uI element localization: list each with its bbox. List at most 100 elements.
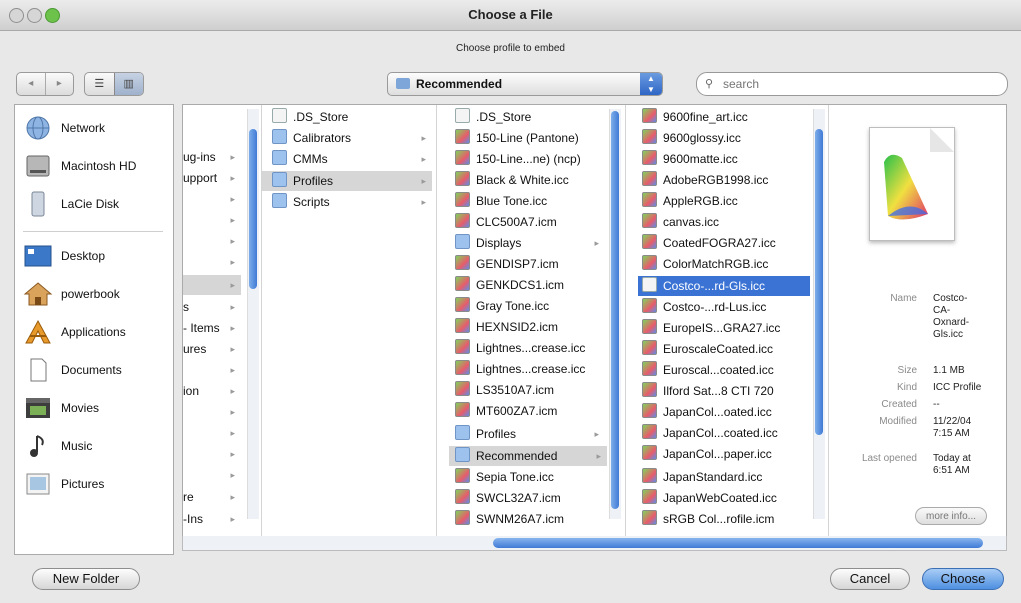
list-item-selected[interactable]: Profiles ▸: [262, 171, 432, 191]
list-item[interactable]: Ilford Sat...8 CTI 720: [642, 381, 810, 401]
list-item[interactable]: ures ▸: [183, 339, 241, 359]
list-item[interactable]: Scripts ▸: [272, 192, 432, 212]
column-scrollbar[interactable]: [609, 109, 621, 519]
list-item[interactable]: EuropeIS...GRA27.icc: [642, 318, 810, 338]
list-item-selected[interactable]: Costco-...rd-Gls.icc: [638, 276, 810, 296]
list-item[interactable]: MT600ZA7.icm: [455, 401, 605, 421]
horizontal-scrollbar[interactable]: [182, 536, 1007, 551]
location-popup[interactable]: Recommended ▲ ▼: [387, 72, 663, 96]
list-item[interactable]: Gray Tone.icc: [455, 296, 605, 316]
list-item[interactable]: [183, 105, 241, 125]
list-item[interactable]: ug-ins ▸: [183, 147, 241, 167]
list-item[interactable]: EuroscaleCoated.icc: [642, 339, 810, 359]
forward-button[interactable]: ▸: [46, 73, 74, 95]
sidebar-item-applications[interactable]: Applications: [23, 317, 126, 347]
list-item[interactable]: ▸: [183, 465, 241, 485]
list-item[interactable]: upport ▸: [183, 168, 241, 188]
list-item[interactable]: 9600fine_art.icc: [642, 107, 810, 127]
sidebar-item-desktop[interactable]: Desktop: [23, 241, 105, 271]
column-scrollbar[interactable]: [247, 109, 259, 519]
list-item[interactable]: GENKDCS1.icm: [455, 275, 605, 295]
browser-column-colorsync: .DS_Store Calibrators ▸ CMMs ▸ Profiles ▸ S…: [262, 105, 437, 536]
list-item[interactable]: 9600glossy.icc: [642, 128, 810, 148]
list-item[interactable]: sRGB Col...rofile.icm: [642, 509, 810, 529]
list-item[interactable]: JapanCol...coated.icc: [642, 423, 810, 443]
list-item[interactable]: Displays ▸: [455, 233, 605, 253]
list-item[interactable]: GENDISP7.icm: [455, 254, 605, 274]
list-item[interactable]: ▸: [183, 189, 241, 209]
list-item[interactable]: - Items ▸: [183, 318, 241, 338]
list-item[interactable]: .DS_Store: [455, 107, 605, 127]
list-item[interactable]: SWCL32A7.icm: [455, 488, 605, 508]
list-item[interactable]: AdobeRGB1998.icc: [642, 170, 810, 190]
list-item[interactable]: Calibrators ▸: [272, 128, 432, 148]
applications-icon: [25, 319, 51, 344]
list-item[interactable]: SWNM26A7.icm: [455, 509, 605, 529]
icc-profile-icon: [642, 319, 657, 334]
list-item[interactable]: ▸: [183, 360, 241, 380]
list-item[interactable]: ▸: [183, 402, 241, 422]
list-item[interactable]: ColorMatchRGB.icc: [642, 254, 810, 274]
list-item[interactable]: JapanStandard.icc: [642, 467, 810, 487]
sidebar-item-lacie-disk[interactable]: LaCie Disk: [23, 189, 119, 219]
list-item[interactable]: CMMs ▸: [272, 149, 432, 169]
list-item[interactable]: re ▸: [183, 487, 241, 507]
list-item[interactable]: CLC500A7.icm: [455, 212, 605, 232]
choose-button[interactable]: Choose: [922, 568, 1004, 590]
list-item[interactable]: ▸: [183, 231, 241, 251]
list-item-selected[interactable]: ▸: [183, 275, 241, 295]
new-folder-button[interactable]: New Folder: [32, 568, 140, 590]
list-item[interactable]: canvas.icc: [642, 212, 810, 232]
list-item[interactable]: Black & White.icc: [455, 170, 605, 190]
list-item[interactable]: 150-Line...ne) (ncp): [455, 149, 605, 169]
list-item[interactable]: s ▸: [183, 297, 241, 317]
list-view-button[interactable]: ☰: [85, 73, 114, 95]
icc-profile-icon: [642, 277, 657, 292]
sidebar-item-powerbook[interactable]: powerbook: [23, 279, 120, 309]
list-item[interactable]: ▸: [183, 423, 241, 443]
list-item[interactable]: Lightnes...crease.icc: [455, 338, 605, 358]
icc-profile-icon: [455, 339, 470, 354]
list-item[interactable]: .DS_Store: [272, 107, 432, 127]
list-item[interactable]: JapanCol...paper.icc: [642, 444, 810, 464]
sidebar-item-macintosh-hd[interactable]: Macintosh HD: [23, 151, 136, 181]
list-item-selected[interactable]: Recommended ▸: [449, 446, 607, 466]
sidebar-item-network[interactable]: Network: [23, 113, 105, 143]
list-item[interactable]: JapanWebCoated.icc: [642, 488, 810, 508]
list-item[interactable]: [183, 126, 241, 146]
back-button[interactable]: ◂: [17, 73, 46, 95]
list-item[interactable]: LS3510A7.icm: [455, 380, 605, 400]
column-scrollbar[interactable]: [813, 109, 825, 519]
list-item[interactable]: ▸: [183, 210, 241, 230]
sidebar-item-documents[interactable]: Documents: [23, 355, 122, 385]
list-item[interactable]: CoatedFOGRA27.icc: [642, 233, 810, 253]
scroll-thumb[interactable]: [611, 111, 619, 509]
list-item[interactable]: Costco-...rd-Lus.icc: [642, 297, 810, 317]
list-item[interactable]: -Ins ▸: [183, 509, 241, 529]
sidebar-item-label: Network: [61, 121, 106, 135]
list-item[interactable]: ion ▸: [183, 381, 241, 401]
cancel-button[interactable]: Cancel: [830, 568, 910, 590]
sidebar-item-music[interactable]: Music: [23, 431, 92, 461]
scroll-thumb[interactable]: [815, 129, 823, 435]
more-info-button[interactable]: more info...: [915, 507, 987, 525]
list-item[interactable]: ▸: [183, 444, 241, 464]
list-item[interactable]: Blue Tone.icc: [455, 191, 605, 211]
list-item[interactable]: AppleRGB.icc: [642, 191, 810, 211]
scroll-thumb[interactable]: [249, 129, 257, 289]
sidebar-item-pictures[interactable]: Pictures: [23, 469, 104, 499]
search-field[interactable]: ⚲: [696, 72, 1008, 96]
list-item[interactable]: 150-Line (Pantone): [455, 128, 605, 148]
list-item[interactable]: HEXNSID2.icm: [455, 317, 605, 337]
search-input[interactable]: [721, 75, 995, 93]
column-view-button[interactable]: ▥: [113, 73, 143, 95]
scroll-thumb[interactable]: [493, 538, 983, 548]
list-item[interactable]: Sepia Tone.icc: [455, 467, 605, 487]
list-item[interactable]: ▸: [183, 252, 241, 272]
sidebar-item-movies[interactable]: Movies: [23, 393, 99, 423]
list-item[interactable]: JapanCol...oated.icc: [642, 402, 810, 422]
list-item[interactable]: Profiles ▸: [455, 424, 605, 444]
list-item[interactable]: Euroscal...coated.icc: [642, 360, 810, 380]
list-item[interactable]: Lightnes...crease.icc: [455, 359, 605, 379]
list-item[interactable]: 9600matte.icc: [642, 149, 810, 169]
